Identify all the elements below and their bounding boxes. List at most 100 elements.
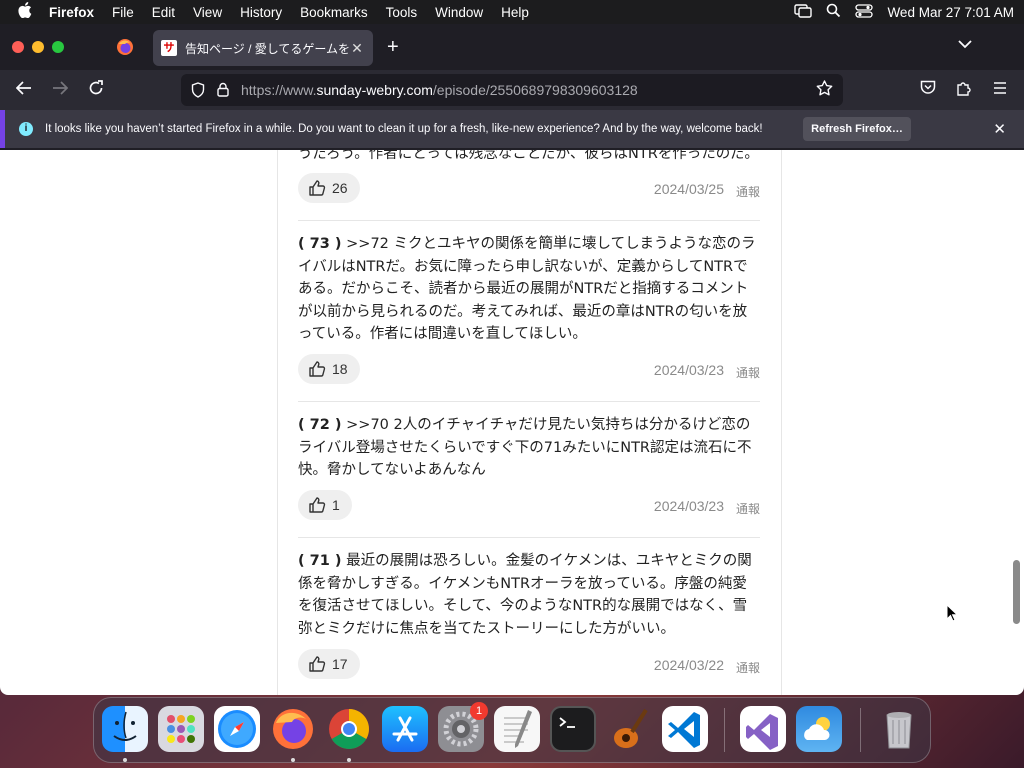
comment-number: ( 73 ) [298, 236, 342, 252]
safari-icon[interactable] [214, 706, 260, 752]
dock-separator [860, 708, 861, 752]
menubar-clock[interactable]: Wed Mar 27 7:01 AM [887, 5, 1014, 20]
divider [298, 401, 760, 402]
fullscreen-window-button[interactable] [52, 41, 64, 53]
weather-icon[interactable] [796, 706, 842, 752]
comment-text: ( 71 ) 最近の展開は恐ろしい。金髪のイケメンは、ユキヤとミクの関係を脅かし… [298, 550, 760, 640]
firefox-icon[interactable] [270, 706, 316, 752]
comment-date: 2024/03/25 [653, 181, 724, 197]
extensions-puzzle-icon[interactable] [954, 80, 974, 100]
menu-file[interactable]: File [112, 5, 134, 20]
window-controls [12, 41, 64, 53]
tab-bar: サ 告知ページ / 愛してるゲームを終 ✕ + [0, 24, 1024, 70]
page-content: うだろう。作者にとっては残念なことだが、彼らはNTRを作ったのだ。 26 202… [0, 150, 1024, 695]
report-link[interactable]: 通報 [736, 500, 760, 517]
comment-text: うだろう。作者にとっては残念なことだが、彼らはNTRを作ったのだ。 [298, 150, 760, 166]
firefox-window: サ 告知ページ / 愛してるゲームを終 ✕ + https://www. sund… [0, 24, 1024, 695]
menu-history[interactable]: History [240, 5, 282, 20]
list-all-tabs-icon[interactable] [958, 36, 972, 52]
like-count: 1 [332, 497, 340, 513]
thumbs-up-icon [309, 361, 326, 377]
comment-text: ( 72 ) >>70 2人のイチャイチャだけ見たい気持ちは分かるけど恋のライバ… [298, 414, 760, 482]
navigation-toolbar: https://www. sunday-webry.com/episode/255… [0, 70, 1024, 110]
reload-icon[interactable] [86, 80, 106, 100]
comment-date: 2024/03/23 [653, 498, 724, 514]
app-store-icon[interactable] [382, 706, 428, 752]
site-favicon-icon: サ [161, 40, 177, 56]
running-indicator [123, 758, 127, 762]
notification-bar: i It looks like you haven’t started Fire… [0, 110, 1024, 148]
page-scrollbar-thumb[interactable] [1013, 560, 1020, 624]
mouse-pointer-icon [946, 603, 959, 627]
apple-icon[interactable] [10, 2, 40, 22]
like-button[interactable]: 26 [298, 173, 360, 203]
report-link[interactable]: 通報 [736, 183, 760, 200]
report-link[interactable]: 通報 [736, 659, 760, 676]
refresh-firefox-button[interactable]: Refresh Firefox… [803, 117, 911, 141]
spotlight-search-icon[interactable] [826, 3, 841, 21]
close-tab-icon[interactable]: ✕ [349, 40, 365, 57]
chrome-icon[interactable] [326, 706, 372, 752]
comment-body: >>72 ミクとユキヤの関係を簡単に壊してしまうような恋のライバルはNTRだ。お… [298, 236, 756, 342]
running-indicator [291, 758, 295, 762]
menubar: Firefox File Edit View History Bookmarks… [0, 0, 1024, 24]
menu-app-name[interactable]: Firefox [49, 5, 94, 20]
menu-window[interactable]: Window [435, 5, 483, 20]
like-button[interactable]: 18 [298, 354, 360, 384]
vscode-icon[interactable] [662, 706, 708, 752]
garageband-icon[interactable] [606, 706, 652, 752]
hamburger-menu-icon[interactable] [990, 80, 1010, 100]
comment-body: >>70 2人のイチャイチャだけ見たい気持ちは分かるけど恋のライバル登場させたく… [298, 417, 752, 478]
tracking-protection-shield-icon[interactable] [191, 82, 205, 101]
control-center-icon[interactable] [855, 3, 874, 21]
lock-icon[interactable] [217, 82, 229, 100]
textedit-icon[interactable] [494, 706, 540, 752]
back-arrow-icon[interactable] [14, 80, 34, 100]
firefox-view-icon[interactable] [116, 38, 134, 56]
comment-number: ( 72 ) [298, 417, 342, 433]
like-count: 17 [332, 656, 348, 672]
url-host: sunday-webry.com [316, 82, 433, 98]
report-link[interactable]: 通報 [736, 364, 760, 381]
url-bar[interactable]: https://www. sunday-webry.com/episode/255… [181, 74, 843, 106]
trash-icon[interactable] [876, 706, 922, 752]
close-window-button[interactable] [12, 41, 24, 53]
comment-number: ( 71 ) [298, 553, 342, 569]
forward-arrow-icon[interactable] [50, 80, 70, 100]
like-count: 18 [332, 361, 348, 377]
divider [298, 537, 760, 538]
pocket-icon[interactable] [918, 80, 938, 100]
terminal-icon[interactable] [550, 706, 596, 752]
menu-help[interactable]: Help [501, 5, 529, 20]
close-notification-icon[interactable]: ✕ [993, 120, 1006, 138]
screen-mirroring-icon[interactable] [794, 3, 813, 21]
comment-body: うだろう。作者にとっては残念なことだが、彼らはNTRを作ったのだ。 [298, 150, 759, 162]
comment-body: 最近の展開は恐ろしい。金髪のイケメンは、ユキヤとミクの関係を脅かしすぎる。イケメ… [298, 553, 752, 637]
thumbs-up-icon [309, 497, 326, 513]
menu-bookmarks[interactable]: Bookmarks [300, 5, 368, 20]
thumbs-up-icon [309, 656, 326, 672]
like-button[interactable]: 1 [298, 490, 352, 520]
like-count: 26 [332, 180, 348, 196]
like-button[interactable]: 17 [298, 649, 360, 679]
divider [298, 220, 760, 221]
menu-tools[interactable]: Tools [386, 5, 418, 20]
menu-view[interactable]: View [193, 5, 222, 20]
dock: 1 [93, 697, 931, 763]
comment-column: うだろう。作者にとっては残念なことだが、彼らはNTRを作ったのだ。 26 202… [277, 150, 782, 695]
visual-studio-icon[interactable] [740, 706, 786, 752]
new-tab-icon[interactable]: + [387, 36, 399, 59]
url-path: /episode/2550689798309603128 [432, 82, 638, 98]
launchpad-icon[interactable] [158, 706, 204, 752]
bookmark-star-icon[interactable] [816, 79, 833, 101]
url-scheme: https://www. [241, 82, 317, 98]
menu-edit[interactable]: Edit [152, 5, 175, 20]
minimize-window-button[interactable] [32, 41, 44, 53]
tab-active[interactable]: サ 告知ページ / 愛してるゲームを終 ✕ [153, 30, 373, 66]
comment-date: 2024/03/22 [653, 657, 724, 673]
tab-title: 告知ページ / 愛してるゲームを終 [185, 41, 349, 56]
finder-icon[interactable] [102, 706, 148, 752]
thumbs-up-icon [309, 180, 326, 196]
info-icon: i [19, 122, 33, 136]
notification-message: It looks like you haven’t started Firefo… [45, 123, 763, 135]
